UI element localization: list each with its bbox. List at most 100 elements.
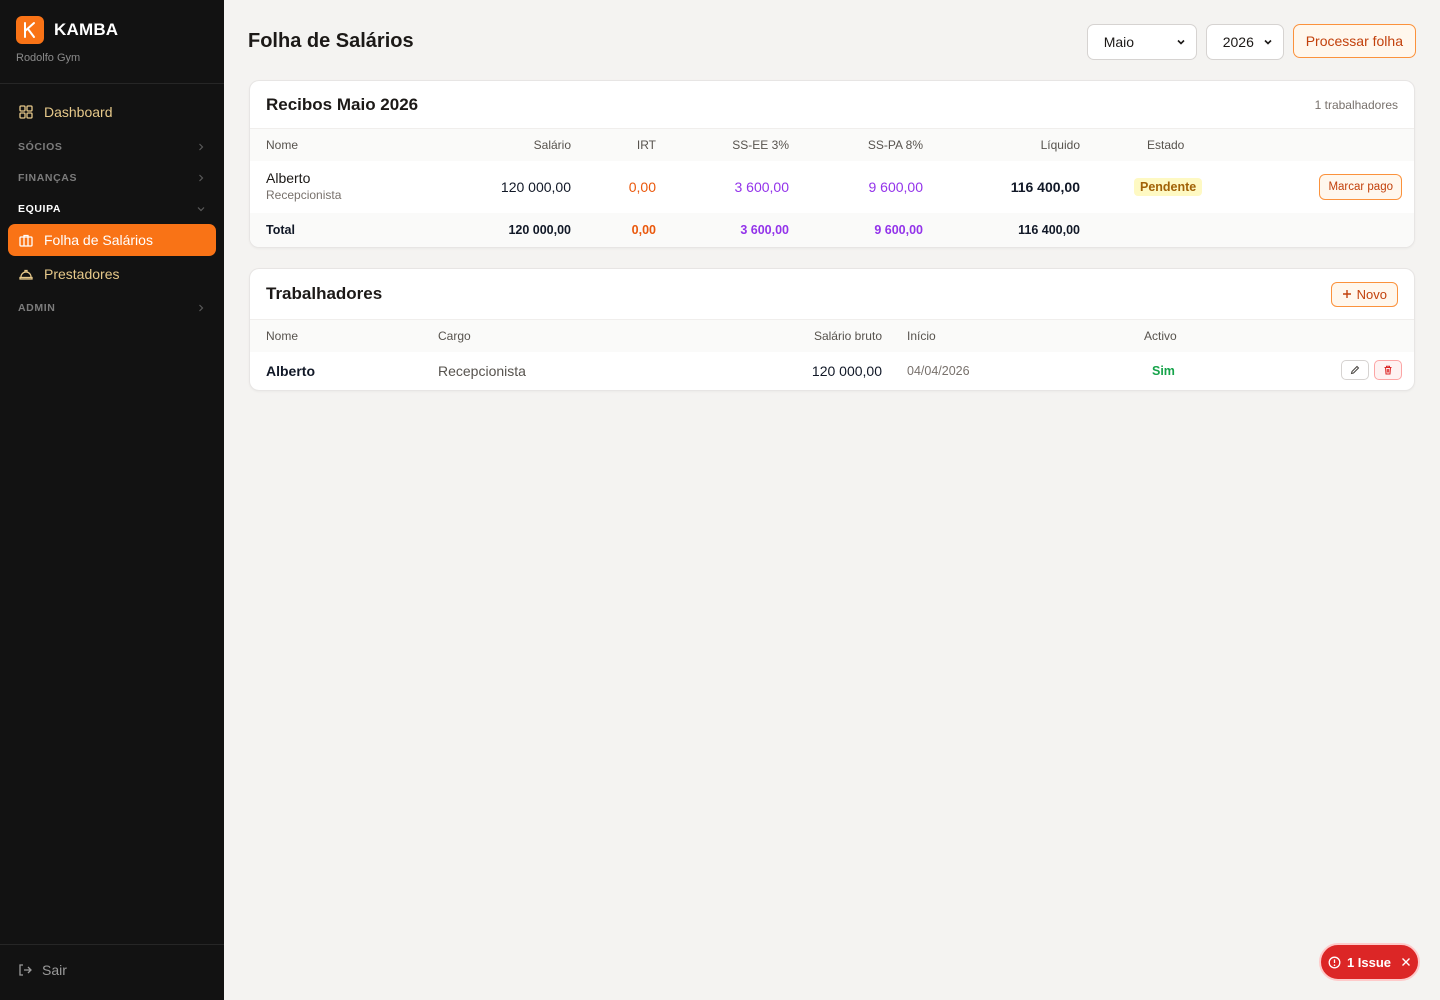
column-header-ss-pa: SS-PA 8% xyxy=(867,138,923,152)
sidebar: KAMBA Rodolfo Gym Dashboard SÓCIOS FINAN… xyxy=(0,0,224,1000)
sidebar-section-admin[interactable]: ADMIN xyxy=(8,292,216,323)
chevron-right-icon xyxy=(196,173,206,183)
org-name: Rodolfo Gym xyxy=(16,52,81,64)
status-badge: Pendente xyxy=(1134,178,1203,196)
total-liquido: 116 400,00 xyxy=(1018,223,1080,237)
sidebar-section-equipa[interactable]: EQUIPA xyxy=(8,193,216,224)
sidebar-divider xyxy=(0,944,224,945)
payroll-icon xyxy=(18,232,34,248)
worker-salario-bruto: 120 000,00 xyxy=(811,363,882,379)
year-select[interactable]: 2026 xyxy=(1205,24,1284,60)
sidebar-divider xyxy=(0,83,224,84)
sidebar-item-label: Dashboard xyxy=(44,104,113,120)
total-ss-pa: 9 600,00 xyxy=(874,223,923,237)
chevron-right-icon xyxy=(196,303,206,313)
chevron-down-icon xyxy=(1263,34,1273,50)
workers-card: Trabalhadores Novo Nome Cargo Salário br… xyxy=(249,268,1415,391)
mark-paid-button-wrap: Marcar pago xyxy=(1319,174,1402,200)
issue-badge-label: 1 Issue xyxy=(1346,954,1392,970)
chevron-down-icon xyxy=(1176,34,1186,50)
worker-inicio: 04/04/2026 xyxy=(907,364,970,378)
table-row: Alberto Recepcionista 120 000,00 04/04/2… xyxy=(250,352,1414,390)
chevron-right-icon xyxy=(196,142,206,152)
pencil-icon xyxy=(1350,365,1360,375)
page-title: Folha de Salários xyxy=(248,30,414,52)
salario-value: 120 000,00 xyxy=(500,179,571,195)
dashboard-icon xyxy=(18,104,34,120)
sidebar-item-dashboard[interactable]: Dashboard xyxy=(8,96,216,128)
plus-icon xyxy=(1342,289,1352,299)
column-header-irt: IRT xyxy=(636,138,656,152)
ss-pa-value: 9 600,00 xyxy=(868,179,924,195)
edit-button[interactable] xyxy=(1341,360,1369,380)
column-header-ss-ee: SS-EE 3% xyxy=(732,138,789,152)
receipts-card: Recibos Maio 2026 1 trabalhadores Nome S… xyxy=(249,80,1415,248)
sidebar-item-label: Folha de Salários xyxy=(44,232,153,248)
sidebar-section-socios[interactable]: SÓCIOS xyxy=(8,131,216,162)
column-header-liquido: Líquido xyxy=(1040,138,1080,152)
irt-value: 0,00 xyxy=(628,179,656,195)
worker-cargo: Recepcionista xyxy=(438,363,526,379)
sidebar-item-folha-de-salarios[interactable]: Folha de Salários xyxy=(8,224,216,256)
total-salario: 120 000,00 xyxy=(508,223,571,237)
sidebar-section-label: SÓCIOS xyxy=(18,140,63,153)
receipts-table-header: Nome Salário IRT SS-EE 3% SS-PA 8% Líqui… xyxy=(250,129,1414,161)
add-worker-label: Novo xyxy=(1356,286,1387,302)
employee-name: Alberto xyxy=(266,170,311,186)
hard-hat-icon xyxy=(18,266,34,282)
ss-ee-value: 3 600,00 xyxy=(734,179,790,195)
status-badge-label: Pendente xyxy=(1134,178,1203,196)
table-row: Alberto Recepcionista 120 000,00 0,00 3 … xyxy=(250,161,1414,213)
workers-card-header: Trabalhadores Novo xyxy=(250,269,1414,320)
brand-name: KAMBA xyxy=(54,20,119,39)
column-header-inicio: Início xyxy=(907,329,936,343)
logout-label: Sair xyxy=(42,962,67,978)
close-icon[interactable] xyxy=(1401,957,1411,967)
column-header-salario: Salário xyxy=(533,138,571,152)
kamba-logo-icon xyxy=(16,16,44,44)
worker-activo: Sim xyxy=(1152,364,1175,378)
chevron-down-icon xyxy=(196,204,206,214)
total-irt: 0,00 xyxy=(631,223,656,237)
sidebar-section-label: EQUIPA xyxy=(18,202,62,215)
sidebar-item-label: Prestadores xyxy=(44,266,120,282)
column-header-nome: Nome xyxy=(266,329,299,343)
workers-count: 1 trabalhadores xyxy=(1314,97,1398,112)
total-ss-ee: 3 600,00 xyxy=(740,223,789,237)
column-header-activo: Activo xyxy=(1144,329,1177,343)
month-select[interactable]: Maio xyxy=(1086,24,1197,60)
logout-button[interactable]: Sair xyxy=(18,962,67,978)
sidebar-section-financas[interactable]: FINANÇAS xyxy=(8,162,216,193)
liquido-value: 116 400,00 xyxy=(1010,179,1080,195)
sidebar-nav: Dashboard SÓCIOS FINANÇAS EQUIPA Folha d… xyxy=(8,96,216,323)
row-actions xyxy=(1341,360,1402,380)
employee-cell: Alberto Recepcionista xyxy=(266,170,341,202)
alert-circle-icon xyxy=(1328,956,1341,969)
receipts-card-header: Recibos Maio 2026 1 trabalhadores xyxy=(250,81,1414,129)
receipts-title: Recibos Maio 2026 xyxy=(266,94,419,114)
trash-icon xyxy=(1383,365,1393,375)
mark-paid-button[interactable]: Marcar pago xyxy=(1319,174,1402,200)
process-payroll-button[interactable]: Processar folha xyxy=(1292,24,1416,58)
column-header-estado: Estado xyxy=(1147,138,1185,152)
column-header-cargo: Cargo xyxy=(438,329,471,343)
month-select-value: Maio xyxy=(1103,34,1135,50)
sidebar-section-label: FINANÇAS xyxy=(18,171,78,184)
worker-name: Alberto xyxy=(266,363,315,379)
add-worker-button[interactable]: Novo xyxy=(1330,281,1398,307)
total-label: Total xyxy=(266,223,295,237)
delete-button[interactable] xyxy=(1374,360,1402,380)
total-row: Total 120 000,00 0,00 3 600,00 9 600,00 … xyxy=(250,213,1414,247)
employee-role: Recepcionista xyxy=(266,188,342,202)
workers-table-header: Nome Cargo Salário bruto Início Activo xyxy=(250,320,1414,352)
sidebar-section-label: ADMIN xyxy=(18,301,56,314)
logout-icon xyxy=(18,963,32,977)
brand[interactable]: KAMBA xyxy=(0,0,224,44)
year-select-value: 2026 xyxy=(1222,34,1254,50)
sidebar-item-prestadores[interactable]: Prestadores xyxy=(8,258,216,290)
workers-title: Trabalhadores xyxy=(266,284,383,303)
issue-badge[interactable]: 1 Issue xyxy=(1319,943,1420,981)
header-controls: Maio 2026 Processar folha xyxy=(1086,24,1416,60)
column-header-nome: Nome xyxy=(266,138,299,152)
column-header-salario-bruto: Salário bruto xyxy=(813,329,882,343)
